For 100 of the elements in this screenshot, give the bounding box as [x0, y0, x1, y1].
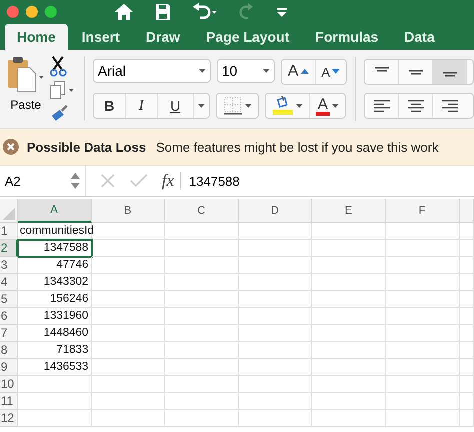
bold-button[interactable]: B: [94, 94, 126, 118]
table-cell[interactable]: [386, 325, 460, 342]
table-cell[interactable]: [92, 240, 166, 257]
borders-button[interactable]: [217, 94, 258, 118]
table-cell[interactable]: [165, 308, 239, 325]
font-size-field[interactable]: 10: [217, 59, 275, 83]
table-cell[interactable]: [165, 274, 239, 291]
table-cell[interactable]: [165, 410, 239, 427]
table-cell[interactable]: [386, 359, 460, 376]
table-cell[interactable]: 156246: [18, 291, 92, 308]
table-cell[interactable]: [460, 325, 474, 342]
table-cell[interactable]: [92, 325, 166, 342]
row-header[interactable]: 5: [0, 291, 18, 308]
table-cell[interactable]: [92, 342, 166, 359]
table-cell[interactable]: [238, 359, 312, 376]
table-cell[interactable]: [312, 274, 386, 291]
cancel-icon[interactable]: [100, 173, 116, 189]
table-cell[interactable]: [460, 240, 474, 257]
table-cell[interactable]: [238, 308, 312, 325]
row-header[interactable]: 11: [0, 393, 18, 410]
name-box[interactable]: A2: [0, 166, 86, 196]
table-cell[interactable]: [460, 393, 474, 410]
table-cell[interactable]: [312, 376, 386, 393]
insert-function-button[interactable]: fx: [162, 171, 174, 191]
row-header[interactable]: 7: [0, 325, 18, 342]
table-cell[interactable]: [460, 376, 474, 393]
table-cell[interactable]: [460, 257, 474, 274]
table-cell[interactable]: [18, 393, 92, 410]
column-header[interactable]: C: [165, 199, 239, 223]
row-header[interactable]: 4: [0, 274, 18, 291]
format-painter-icon[interactable]: [50, 104, 70, 122]
column-header[interactable]: D: [238, 199, 312, 223]
table-cell[interactable]: 1448460: [18, 325, 92, 342]
table-cell[interactable]: [386, 240, 460, 257]
row-header[interactable]: 2: [0, 240, 18, 257]
table-cell[interactable]: [312, 291, 386, 308]
column-header[interactable]: E: [312, 199, 386, 223]
save-icon[interactable]: [155, 3, 171, 21]
table-cell[interactable]: [386, 342, 460, 359]
checkmark-icon[interactable]: [130, 173, 148, 189]
zoom-window-button[interactable]: [45, 6, 57, 18]
table-cell[interactable]: [386, 393, 460, 410]
row-header[interactable]: 9: [0, 359, 18, 376]
ribbon-tab[interactable]: Insert: [70, 24, 132, 50]
table-cell[interactable]: 1343302: [18, 274, 92, 291]
table-cell[interactable]: [460, 223, 474, 240]
table-cell[interactable]: [312, 223, 386, 240]
table-cell[interactable]: 71833: [18, 342, 92, 359]
table-cell[interactable]: [460, 274, 474, 291]
table-cell[interactable]: [386, 223, 460, 240]
table-cell[interactable]: [460, 308, 474, 325]
column-header[interactable]: B: [92, 199, 166, 223]
column-header[interactable]: F: [386, 199, 460, 223]
row-header[interactable]: 10: [0, 376, 18, 393]
table-cell[interactable]: [238, 274, 312, 291]
table-cell[interactable]: [386, 376, 460, 393]
font-name-field[interactable]: Arial: [93, 59, 211, 83]
table-cell[interactable]: [386, 274, 460, 291]
table-cell[interactable]: [92, 393, 166, 410]
table-cell[interactable]: [165, 257, 239, 274]
table-cell[interactable]: [460, 342, 474, 359]
table-cell[interactable]: [312, 393, 386, 410]
scissors-icon[interactable]: [50, 56, 68, 78]
table-cell[interactable]: [312, 410, 386, 427]
table-cell[interactable]: [312, 257, 386, 274]
table-cell[interactable]: 47746: [18, 257, 92, 274]
table-cell[interactable]: [460, 359, 474, 376]
table-cell[interactable]: [386, 308, 460, 325]
fill-color-button[interactable]: [266, 94, 310, 118]
table-cell[interactable]: [238, 393, 312, 410]
table-cell[interactable]: [386, 291, 460, 308]
ribbon-tab[interactable]: Page Layout: [194, 24, 302, 50]
ribbon-tab[interactable]: Draw: [134, 24, 192, 50]
align-left-button[interactable]: [365, 94, 400, 118]
table-cell[interactable]: [460, 410, 474, 427]
table-cell[interactable]: [238, 325, 312, 342]
customize-menu-icon[interactable]: [276, 6, 288, 18]
selected-cell[interactable]: 1347588: [18, 240, 92, 257]
table-cell[interactable]: [18, 410, 92, 427]
table-cell[interactable]: [92, 308, 166, 325]
table-cell[interactable]: [312, 342, 386, 359]
table-cell[interactable]: [165, 376, 239, 393]
redo-icon[interactable]: [239, 3, 255, 21]
ribbon-tab[interactable]: Home: [5, 24, 68, 50]
table-cell[interactable]: [238, 291, 312, 308]
table-cell[interactable]: [238, 240, 312, 257]
ribbon-tab[interactable]: Data: [392, 24, 447, 50]
table-cell[interactable]: [165, 342, 239, 359]
row-header[interactable]: 8: [0, 342, 18, 359]
table-cell[interactable]: [386, 257, 460, 274]
undo-icon[interactable]: [192, 3, 218, 21]
select-all-button[interactable]: [0, 199, 18, 223]
table-cell[interactable]: [238, 257, 312, 274]
close-window-button[interactable]: [7, 6, 19, 18]
table-cell[interactable]: [312, 240, 386, 257]
home-icon[interactable]: [114, 3, 134, 21]
table-cell[interactable]: [92, 223, 166, 240]
table-cell[interactable]: [238, 342, 312, 359]
table-cell[interactable]: [312, 308, 386, 325]
table-cell[interactable]: [92, 274, 166, 291]
